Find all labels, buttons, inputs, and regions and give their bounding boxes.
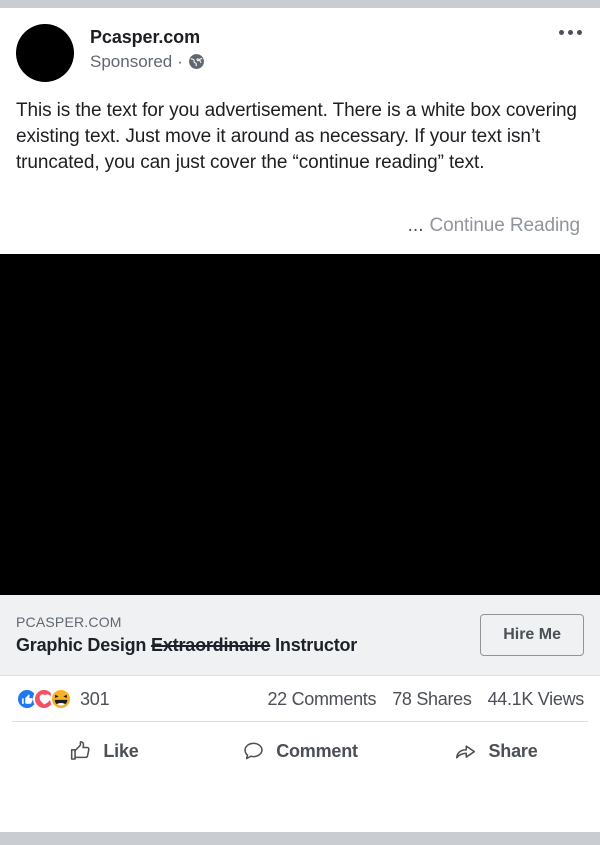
post-header-text: Pcasper.com Sponsored ·	[90, 24, 205, 72]
link-preview-info: PCASPER.COM Graphic Design Extraordinair…	[16, 613, 357, 657]
thumbs-up-icon	[69, 740, 92, 763]
reaction-icons-group[interactable]: 301	[16, 688, 110, 710]
post-meta: Sponsored ·	[90, 51, 205, 72]
menu-dot	[568, 30, 573, 35]
post-actions-row: Like Comment Share	[0, 722, 600, 781]
post-header: Pcasper.com Sponsored ·	[0, 8, 600, 82]
comment-button-label: Comment	[276, 741, 358, 761]
views-count: 44.1K Views	[487, 688, 585, 709]
continue-reading-row[interactable]: ... Continue Reading	[0, 214, 600, 254]
screen: Pcasper.com Sponsored · This is the text…	[0, 0, 600, 845]
meta-separator: ·	[177, 52, 183, 71]
link-title: Graphic Design Extraordinaire Instructor	[16, 634, 357, 657]
comments-count[interactable]: 22 Comments	[267, 689, 376, 710]
top-gutter	[0, 0, 600, 8]
page-name[interactable]: Pcasper.com	[90, 26, 205, 48]
post-stats-row: 301 22 Comments 78 Shares 44.1K Views	[0, 676, 600, 721]
continue-reading-link[interactable]: Continue Reading	[429, 214, 580, 238]
avatar[interactable]	[16, 24, 74, 82]
menu-dot	[577, 30, 582, 35]
comment-bubble-icon	[242, 740, 265, 763]
sponsored-label[interactable]: Sponsored	[90, 51, 172, 72]
bottom-gutter	[0, 832, 600, 845]
link-title-part2: Instructor	[270, 635, 358, 655]
truncation-ellipsis: ...	[407, 215, 424, 236]
hire-me-button[interactable]: Hire Me	[480, 614, 584, 656]
link-title-strikethrough: Extraordinaire	[151, 635, 271, 655]
more-options-icon[interactable]	[557, 24, 584, 41]
share-arrow-icon	[454, 740, 477, 763]
post-body: This is the text for you advertisement. …	[0, 82, 600, 176]
reaction-count: 301	[80, 688, 110, 709]
like-button-label: Like	[103, 741, 139, 761]
haha-reaction-icon	[50, 688, 72, 710]
link-preview[interactable]: PCASPER.COM Graphic Design Extraordinair…	[0, 595, 600, 676]
link-title-part1: Graphic Design	[16, 635, 152, 655]
like-button[interactable]: Like	[6, 732, 202, 771]
post-text: This is the text for you advertisement. …	[16, 100, 577, 173]
globe-icon	[188, 53, 205, 70]
share-button-label: Share	[488, 741, 538, 761]
link-domain: PCASPER.COM	[16, 614, 122, 630]
shares-count[interactable]: 78 Shares	[392, 689, 472, 710]
post-media-image[interactable]	[0, 254, 600, 595]
facebook-post-card: Pcasper.com Sponsored · This is the text…	[0, 8, 600, 832]
comment-button[interactable]: Comment	[202, 732, 398, 771]
post-stats-meta: 22 Comments 78 Shares 44.1K Views	[267, 689, 584, 710]
share-button[interactable]: Share	[398, 732, 594, 771]
menu-dot	[559, 30, 564, 35]
